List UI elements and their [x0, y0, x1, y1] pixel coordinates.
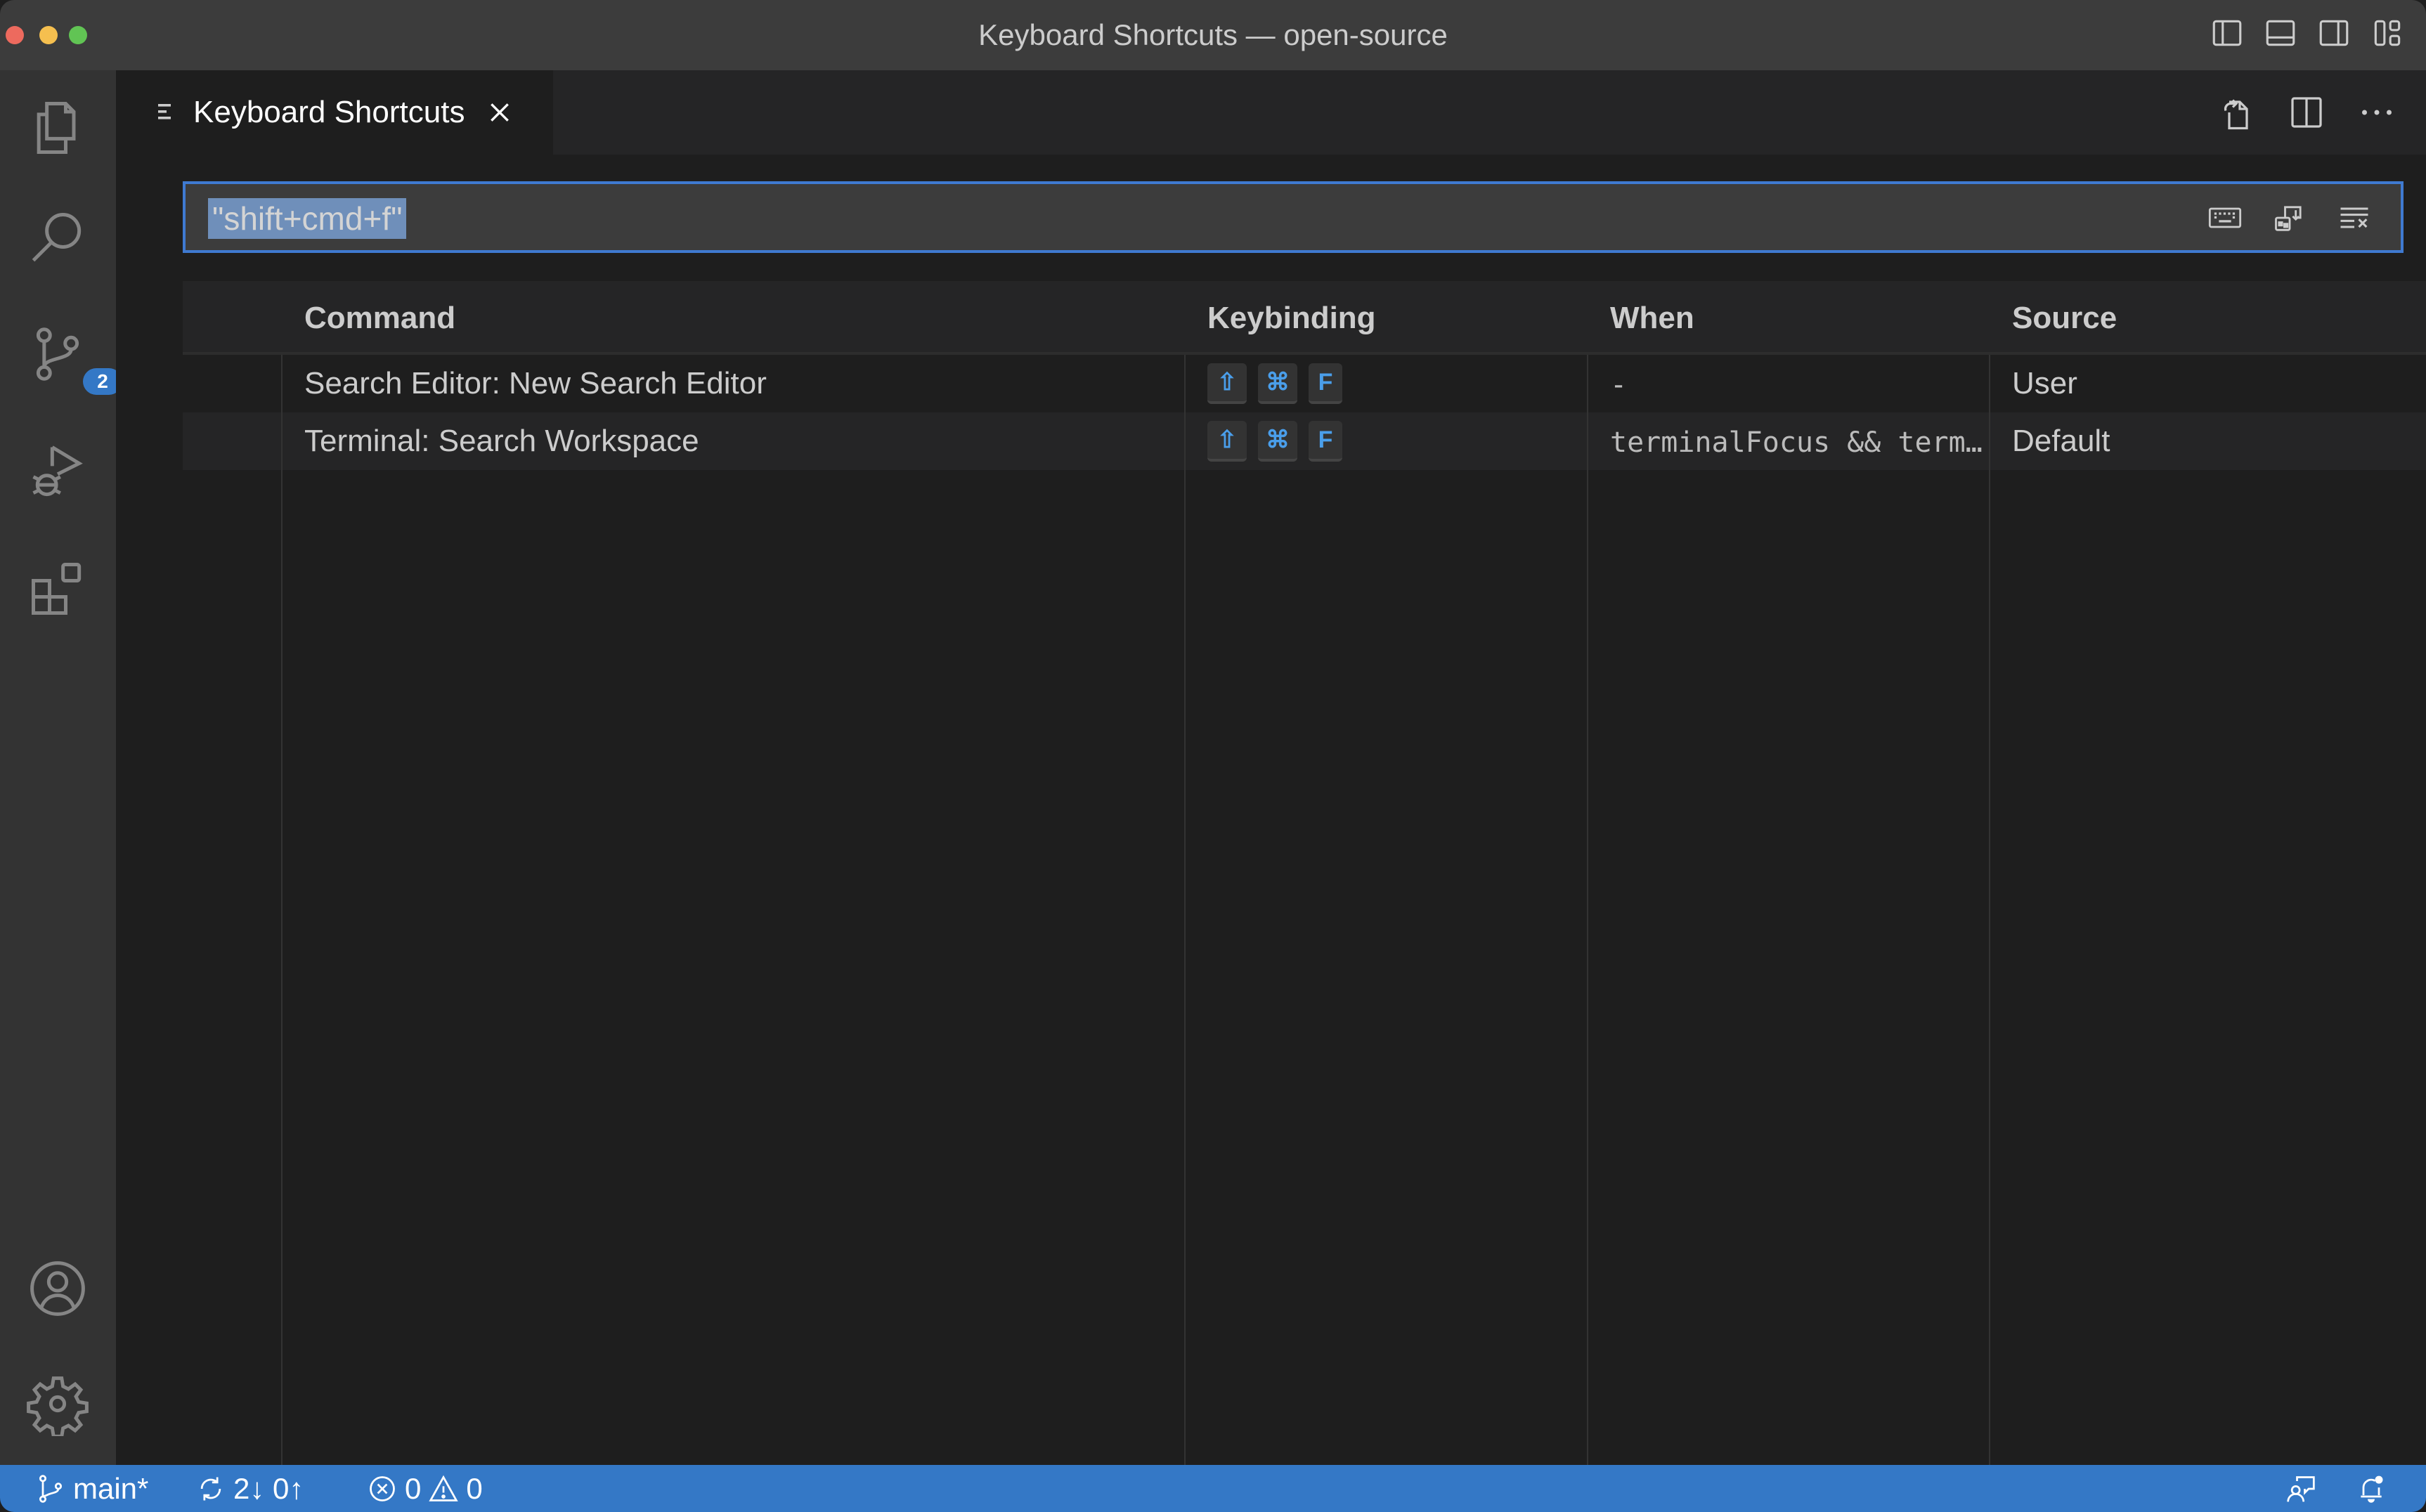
- files-icon: [37, 102, 76, 154]
- editor-actions: [2215, 91, 2398, 133]
- status-bar: main* 2↓ 0↑ 0 0: [0, 1465, 2426, 1512]
- activity-bar: 2: [0, 70, 122, 1465]
- table-header: Command Keybinding When Source: [183, 281, 2426, 355]
- search-input-value[interactable]: "shift+cmd+f": [208, 198, 407, 239]
- feedback-icon: [2287, 1476, 2315, 1502]
- tab-keyboard-shortcuts[interactable]: Keyboard Shortcuts: [116, 70, 553, 155]
- more-actions-icon[interactable]: [2356, 91, 2398, 133]
- shift-key: ⇧: [1207, 421, 1247, 462]
- column-divider[interactable]: [1989, 355, 1990, 1465]
- keybindings-search-input[interactable]: "shift+cmd+f": [183, 181, 2404, 253]
- split-editor-icon[interactable]: [2285, 91, 2328, 133]
- live-share-status[interactable]: [2285, 1472, 2316, 1506]
- f-key: F: [1309, 363, 1342, 404]
- gear-icon: [27, 1376, 89, 1438]
- toggle-secondary-sidebar-icon[interactable]: [2316, 15, 2352, 51]
- branch-name: main*: [73, 1472, 149, 1505]
- activity-source-control[interactable]: 2: [25, 322, 122, 395]
- problems-status[interactable]: 0 0: [367, 1472, 483, 1506]
- f-key: F: [1309, 421, 1342, 462]
- when-cell: -: [1610, 369, 1628, 401]
- activity-accounts[interactable]: [25, 1256, 90, 1321]
- column-header-when[interactable]: When: [1610, 301, 1694, 336]
- extensions-icon: [32, 563, 82, 615]
- source-cell: User: [2012, 366, 2077, 400]
- column-header-source[interactable]: Source: [2012, 301, 2117, 336]
- source-cell: Default: [2012, 424, 2110, 458]
- toggle-panel-icon[interactable]: [2263, 15, 2298, 51]
- bell-dot-icon: [2361, 1475, 2383, 1503]
- keybinding-cell[interactable]: ⇧ ⌘ F: [1207, 363, 1342, 404]
- keybinding-cell[interactable]: ⇧ ⌘ F: [1207, 421, 1342, 462]
- activity-extensions[interactable]: [25, 556, 90, 621]
- keyboard-shortcuts-icon: [158, 104, 171, 119]
- column-divider[interactable]: [1587, 355, 1588, 1465]
- tab-label: Keyboard Shortcuts: [193, 95, 465, 129]
- toggle-primary-sidebar-icon[interactable]: [2210, 15, 2245, 51]
- search-icon: [32, 213, 82, 262]
- keyboard-shortcuts-editor: "shift+cmd+f" Command Keybinding When So…: [116, 155, 2426, 1465]
- keybindings-table: Command Keybinding When Source Search Ed…: [183, 281, 2426, 1465]
- window-title: Keyboard Shortcuts — open-source: [978, 18, 1448, 51]
- title-bar: Keyboard Shortcuts — open-source: [0, 0, 2426, 70]
- open-keyboard-shortcuts-json-icon[interactable]: [2215, 91, 2257, 133]
- close-tab-icon[interactable]: [486, 98, 514, 126]
- source-control-icon: [36, 327, 79, 381]
- error-icon: [370, 1476, 395, 1501]
- error-count: 0: [405, 1472, 422, 1505]
- git-branch-icon: [39, 1475, 63, 1503]
- customize-layout-icon[interactable]: [2370, 15, 2405, 51]
- account-icon: [30, 1261, 85, 1316]
- branch-status[interactable]: main*: [35, 1472, 148, 1506]
- column-header-keybinding[interactable]: Keybinding: [1207, 301, 1376, 336]
- command-cell: Search Editor: New Search Editor: [304, 366, 767, 400]
- activity-manage[interactable]: [25, 1371, 90, 1438]
- notifications-status[interactable]: [2356, 1472, 2387, 1506]
- search-actions: [2207, 200, 2373, 236]
- column-header-command[interactable]: Command: [304, 301, 455, 336]
- clear-search-icon[interactable]: [2336, 200, 2373, 236]
- record-keys-icon[interactable]: [2207, 200, 2243, 236]
- activity-run-debug[interactable]: [25, 439, 90, 504]
- activity-explorer[interactable]: [25, 96, 90, 160]
- sort-by-precedence-icon[interactable]: [2271, 200, 2308, 236]
- cmd-key: ⌘: [1258, 363, 1297, 404]
- command-cell: Terminal: Search Workspace: [304, 424, 699, 458]
- sync-counts: 2↓ 0↑: [233, 1472, 304, 1505]
- run-debug-icon: [32, 445, 83, 497]
- column-divider[interactable]: [1184, 355, 1186, 1465]
- cmd-key: ⌘: [1258, 421, 1297, 462]
- shift-key: ⇧: [1207, 363, 1247, 404]
- when-cell: terminalFocus && term…: [1610, 426, 1983, 459]
- activity-search[interactable]: [25, 207, 90, 271]
- layout-controls: [2210, 15, 2405, 51]
- column-divider[interactable]: [281, 355, 283, 1465]
- warning-icon: [429, 1475, 459, 1501]
- table-row[interactable]: Terminal: Search Workspace ⇧ ⌘ F termina…: [183, 412, 2426, 470]
- table-row[interactable]: Search Editor: New Search Editor ⇧ ⌘ F -…: [183, 355, 2426, 412]
- sync-status[interactable]: 2↓ 0↑: [195, 1472, 304, 1506]
- sync-icon: [200, 1477, 221, 1501]
- warning-count: 0: [466, 1472, 483, 1505]
- tab-bar: Keyboard Shortcuts: [116, 70, 2426, 155]
